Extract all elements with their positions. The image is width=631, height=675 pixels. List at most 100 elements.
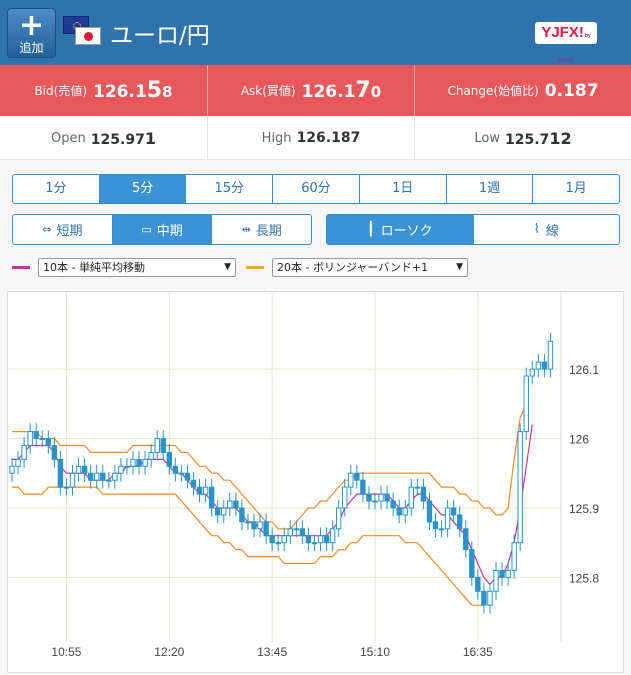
price-chart[interactable]: 126.1 126 125.9 125.8 10:55 12:20 13:45 15:10 16… (7, 291, 624, 673)
yjfx-logo: YJFX!by Yahoo! (535, 22, 597, 64)
candle-body (142, 458, 148, 467)
candle-body (166, 451, 173, 467)
tab-timeframe-60min[interactable]: 60分 (272, 175, 359, 203)
candle-body (81, 465, 88, 474)
sma-select[interactable]: 10本 - 単純平均移動 ▼ (38, 257, 236, 277)
currency-flags (63, 16, 103, 48)
candle-body (51, 444, 58, 460)
candle-body (106, 479, 112, 482)
bollinger-select[interactable]: 20本 - ボリンジャーバンド+1 ▼ (272, 257, 468, 277)
candle-body (87, 472, 94, 481)
chart-type-tabs: ┃ ローソク ⌇ 線 (326, 214, 620, 245)
candle-body (396, 507, 402, 516)
candle-body (414, 486, 421, 489)
stats-band: Open 125.971 High 126.187 Low 125.712 (0, 116, 631, 160)
candle-body (275, 542, 281, 545)
candle-body (94, 472, 100, 481)
tab-timeframe-1week[interactable]: 1週 (445, 175, 533, 203)
candle-body (233, 500, 239, 509)
candle-body (221, 507, 227, 516)
candle-body (348, 472, 354, 488)
candle-body (39, 438, 45, 441)
candle-body (69, 472, 76, 488)
candle-body (269, 535, 275, 544)
candle-body (196, 486, 203, 495)
open-value: 125.971 (90, 128, 156, 148)
y-tick-label: 126.1 (569, 363, 599, 377)
candle-body (547, 340, 554, 370)
add-button[interactable]: + 追加 (7, 8, 56, 58)
candle-body (317, 535, 324, 544)
ask-cell: Ask(買値) 126.170 (207, 65, 414, 116)
candle-body (21, 444, 27, 460)
candle-body (517, 431, 523, 544)
quote-band: Bid(売値) 126.158 Ask(買値) 126.170 Change(始… (0, 65, 631, 116)
tab-term-long-label: 長期 (255, 224, 282, 239)
plus-icon: + (18, 8, 45, 43)
y-tick-label: 126 (569, 433, 589, 447)
candle-body (202, 486, 209, 495)
candle-body (329, 528, 336, 544)
candle-body (481, 590, 487, 606)
candle-body (438, 528, 445, 531)
tab-timeframe-15min[interactable]: 15分 (185, 175, 272, 203)
sma-color-swatch (12, 265, 30, 269)
tab-term-mid-label: 中期 (156, 224, 183, 239)
candle-body (75, 465, 82, 474)
candle-body (336, 507, 342, 530)
tab-line-chart[interactable]: ⌇ 線 (472, 215, 620, 244)
candle-body (511, 542, 517, 571)
candle-body (505, 569, 511, 578)
tab-timeframe-1day[interactable]: 1日 (358, 175, 446, 203)
candle-body (426, 500, 433, 523)
candle-body (305, 535, 312, 544)
candle-body (287, 528, 294, 537)
candle-body (245, 521, 251, 524)
x-tick-label: 15:10 (360, 645, 390, 659)
change-value: 0.187 (544, 80, 599, 101)
sma-select-value: 10本 - 単純平均移動 (43, 261, 145, 274)
tab-timeframe-1month[interactable]: 1月 (532, 175, 619, 203)
candle-body (33, 431, 39, 440)
ask-label: Ask(買値) (240, 84, 296, 98)
candle-body (281, 535, 287, 544)
tab-term-long[interactable]: ⇹ 長期 (211, 215, 311, 244)
candle-body (130, 458, 136, 467)
candle-body (475, 576, 481, 592)
candle-body (342, 486, 348, 509)
tab-timeframe-1min[interactable]: 1分 (13, 175, 99, 203)
x-tick-label: 10:55 (51, 645, 81, 659)
ask-value: 126.170 (301, 78, 382, 103)
tab-term-short[interactable]: ⇔ 短期 (13, 215, 112, 244)
candle-body (148, 451, 154, 460)
tab-timeframe-5min[interactable]: 5分 (98, 175, 186, 203)
candle-body (378, 493, 384, 502)
candle-body (299, 528, 306, 537)
line-chart-icon: ⌇ (533, 222, 540, 237)
x-tick-label: 16:35 (463, 645, 493, 659)
candle-body (450, 507, 457, 516)
chevron-down-icon: ▼ (224, 262, 231, 272)
tab-term-short-label: 短期 (56, 224, 83, 239)
change-cell: Change(始値比) 0.187 (414, 65, 631, 116)
candle-body (499, 569, 505, 578)
candle-body (384, 493, 390, 502)
x-tick-label: 12:20 (154, 645, 184, 659)
low-value: 125.712 (505, 128, 572, 148)
candle-body (208, 486, 215, 509)
candle-body (263, 521, 269, 537)
candle-body (372, 500, 378, 503)
candle-body (160, 438, 166, 453)
candle-body (523, 375, 529, 433)
tab-term-mid[interactable]: ▭ 中期 (111, 215, 212, 244)
currency-pair-title: ユーロ/円 (110, 23, 210, 49)
candle-body (432, 521, 439, 530)
candle-body (215, 507, 221, 516)
bid-value: 126.158 (93, 78, 173, 103)
add-button-label: 追加 (19, 41, 44, 55)
candle-body (63, 486, 70, 489)
sma-indicator: 10本 - 単純平均移動 ▼ (12, 257, 236, 277)
tab-candlestick[interactable]: ┃ ローソク (327, 215, 473, 244)
candle-body (57, 458, 64, 488)
candle-body (124, 465, 130, 468)
